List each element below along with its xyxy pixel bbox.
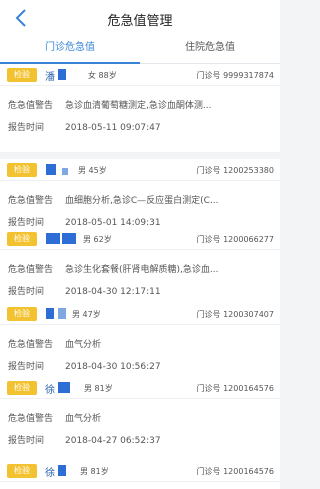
status-badge: 检验 [7,68,37,82]
time-value: 2018-04-27 06:52:37 [65,436,161,446]
redacted-name-block [58,465,66,476]
redacted-name-block [58,69,66,80]
time-row: 报告时间 2018-04-30 12:17:11 [8,284,161,297]
visit-number: 门诊号 1200066277 [196,235,274,244]
tab-outpatient[interactable]: 门诊危急值 [0,36,140,64]
warning-label: 危急值警告 [8,265,54,275]
warning-value: 血气分析 [65,414,102,424]
status-badge: 检验 [7,307,37,321]
warning-row: 危急值警告 急诊血清葡萄糖测定,急诊血酮体测... [8,98,211,111]
warning-row: 危急值警告 血气分析 [8,337,101,350]
redacted-name-block [46,164,56,175]
patient-gender-age: 男 81岁 [84,384,113,393]
list-item[interactable]: 检验 潘 女 88岁 门诊号 9999317874 危急值警告 急诊血清葡萄糖测定… [0,64,280,152]
status-badge: 检验 [7,464,37,478]
time-row: 报告时间 2018-04-30 10:56:27 [8,359,161,372]
time-label: 报告时间 [8,362,45,372]
patient-gender-age: 男 81岁 [80,467,109,476]
visit-number: 门诊号 1200307407 [196,310,274,319]
warning-row: 危急值警告 血气分析 [8,411,101,424]
patient-gender-age: 男 47岁 [72,310,101,319]
visit-number: 门诊号 9999317874 [196,71,274,80]
redacted-name-block [46,308,54,319]
time-row: 报告时间 2018-04-27 06:52:37 [8,433,161,446]
time-value: 2018-04-30 10:56:27 [65,362,161,372]
time-label: 报告时间 [8,287,45,297]
warning-value: 急诊血清葡萄糖测定,急诊血酮体测... [65,101,212,111]
card-header: 检验 潘 女 88岁 门诊号 9999317874 [0,64,280,86]
warning-label: 危急值警告 [8,101,54,111]
redacted-name-block [62,168,68,175]
tab-bar: 门诊危急值 住院危急值 [0,36,280,64]
visit-number: 门诊号 1200164576 [196,467,274,476]
app-header: 危急值管理 [0,0,280,36]
card-header: 检验 徐 男 81岁 门诊号 1200164576 [0,377,280,399]
redacted-name-block [62,233,76,244]
page-title: 危急值管理 [107,14,173,29]
time-row: 报告时间 2018-05-01 14:09:31 [8,215,161,228]
status-badge: 检验 [7,232,37,246]
status-badge: 检验 [7,163,37,177]
list-item[interactable]: 检验 徐 男 81岁 门诊号 1200164576 [0,460,280,489]
visit-number: 门诊号 1200164576 [196,384,274,393]
card-header: 检验 男 62岁 门诊号 1200066277 [0,228,280,250]
redacted-name-block [46,233,60,244]
card-header: 检验 男 45岁 门诊号 1200253380 [0,159,280,181]
time-label: 报告时间 [8,123,45,133]
warning-value: 血气分析 [65,340,102,350]
patient-gender-age: 男 62岁 [83,235,112,244]
time-value: 2018-05-01 14:09:31 [65,218,161,228]
card-header: 检验 男 47岁 门诊号 1200307407 [0,303,280,325]
patient-name: 徐 [45,385,55,396]
list-item[interactable]: 检验 徐 男 81岁 门诊号 1200164576 危急值警告 血气分析 报告时间… [0,377,280,465]
tab-inpatient[interactable]: 住院危急值 [140,36,280,64]
patient-gender-age: 女 88岁 [88,71,117,80]
time-label: 报告时间 [8,218,45,228]
warning-row: 危急值警告 急诊生化套餐(肝肾电解质糖),急诊血... [8,262,218,275]
card-header: 检验 徐 男 81岁 门诊号 1200164576 [0,460,280,482]
time-row: 报告时间 2018-05-11 09:07:47 [8,120,161,133]
warning-label: 危急值警告 [8,196,54,206]
time-value: 2018-04-30 12:17:11 [65,287,161,297]
time-label: 报告时间 [8,436,45,446]
warning-value: 血细胞分析,急诊C—反应蛋白测定(C... [65,196,219,206]
patient-name: 潘 [45,72,55,83]
time-value: 2018-05-11 09:07:47 [65,123,161,133]
warning-value: 急诊生化套餐(肝肾电解质糖),急诊血... [65,265,219,275]
patient-name: 徐 [45,468,55,479]
warning-row: 危急值警告 血细胞分析,急诊C—反应蛋白测定(C... [8,193,219,206]
status-badge: 检验 [7,381,37,395]
redacted-name-block [58,308,66,319]
visit-number: 门诊号 1200253380 [196,166,274,175]
warning-label: 危急值警告 [8,414,54,424]
patient-gender-age: 男 45岁 [78,166,107,175]
redacted-name-block [58,382,70,393]
warning-label: 危急值警告 [8,340,54,350]
